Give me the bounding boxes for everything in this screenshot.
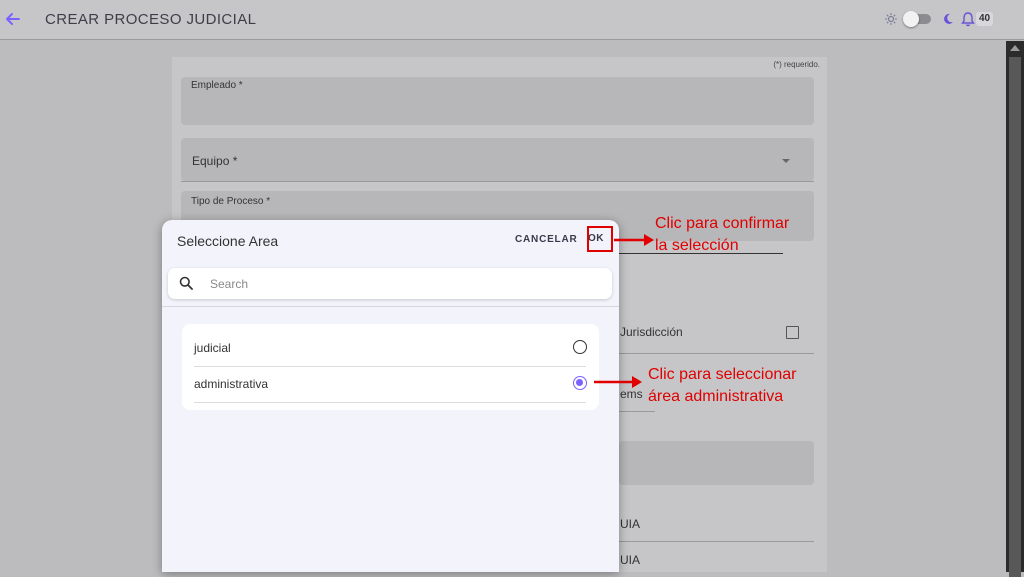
- search-box[interactable]: [168, 268, 612, 299]
- page-title: CREAR PROCESO JUDICIAL: [45, 11, 257, 28]
- modal-divider: [162, 306, 619, 307]
- top-bar: CREAR PROCESO JUDICIAL 40: [0, 0, 1024, 40]
- chevron-down-icon: [782, 159, 790, 163]
- search-input[interactable]: [208, 274, 592, 294]
- jurisdiccion-underline: [619, 353, 814, 354]
- sun-icon: [885, 13, 897, 25]
- scrollbar[interactable]: [1006, 41, 1024, 577]
- equipo-field[interactable]: Equipo *: [181, 138, 814, 181]
- items-label: ems: [620, 387, 643, 401]
- tipo-proceso-label: Tipo de Proceso *: [191, 196, 271, 207]
- notification-badge: 40: [976, 12, 994, 26]
- ok-highlight-box: [587, 226, 613, 252]
- jurisdiccion-checkbox[interactable]: [786, 326, 799, 339]
- option-label: administrativa: [194, 377, 269, 391]
- required-note: (*) requerido.: [773, 60, 820, 69]
- annotation-confirm: Clic para confirmar la selección: [655, 215, 790, 254]
- scroll-up-arrow[interactable]: [1010, 45, 1020, 51]
- empleado-label: Empleado *: [191, 80, 243, 91]
- option-judicial[interactable]: judicial: [182, 330, 599, 366]
- guia-underline: [619, 541, 814, 542]
- option-administrativa[interactable]: administrativa: [182, 366, 599, 402]
- theme-toggle[interactable]: [903, 11, 931, 27]
- equipo-label: Equipo *: [192, 154, 238, 168]
- moon-icon: [944, 13, 953, 24]
- empleado-field[interactable]: Empleado *: [181, 77, 814, 125]
- toggle-knob: [903, 11, 919, 27]
- radio-judicial[interactable]: [573, 340, 587, 354]
- cancel-button[interactable]: CANCELAR: [515, 234, 578, 245]
- items-underline: [619, 411, 655, 412]
- partial-field[interactable]: [619, 441, 814, 485]
- option-label: judicial: [194, 341, 231, 355]
- bell-icon[interactable]: [960, 11, 976, 27]
- equipo-underline: [181, 181, 814, 182]
- modal-title: Seleccione Area: [177, 233, 279, 249]
- scroll-thumb[interactable]: [1009, 57, 1021, 577]
- radio-administrativa[interactable]: [573, 376, 587, 390]
- jurisdiccion-label: Jurisdicción: [620, 325, 683, 339]
- arrow-left-icon[interactable]: [4, 10, 22, 28]
- option-divider: [194, 402, 586, 403]
- options-list: judicial administrativa: [182, 324, 599, 410]
- guia-label-2: UIA: [620, 553, 641, 567]
- annotation-select: Clic para seleccionar área administrativ…: [648, 366, 797, 405]
- select-area-modal: Seleccione Area CANCELAR OK judicial adm…: [162, 220, 619, 572]
- search-icon: [179, 276, 193, 290]
- guia-label-1: UIA: [620, 517, 641, 531]
